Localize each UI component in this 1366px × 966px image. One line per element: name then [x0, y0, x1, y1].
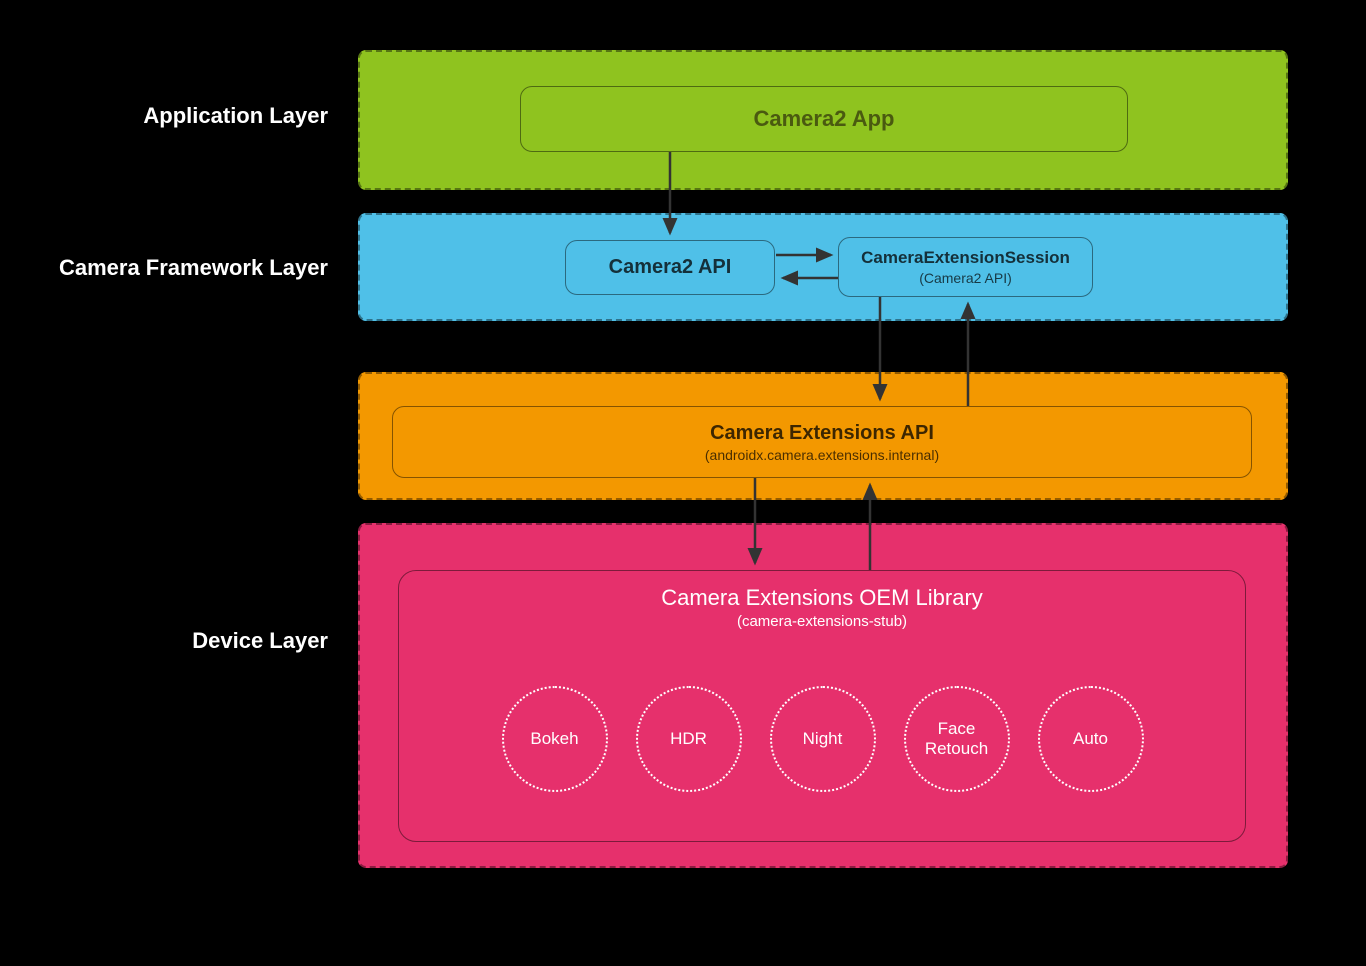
- framework-layer-label: Camera Framework Layer: [28, 255, 328, 281]
- camera-extension-session-subtitle: (Camera2 API): [919, 270, 1012, 286]
- oem-feature-circles: Bokeh HDR Night FaceRetouch Auto: [490, 686, 1155, 792]
- feature-bokeh: Bokeh: [502, 686, 608, 792]
- feature-night: Night: [770, 686, 876, 792]
- feature-face-retouch: FaceRetouch: [904, 686, 1010, 792]
- oem-library-subtitle: (camera-extensions-stub): [399, 613, 1245, 630]
- device-layer-label: Device Layer: [28, 628, 328, 654]
- camera2-api-box: Camera2 API: [565, 240, 775, 295]
- camera-extensions-api-box: Camera Extensions API (androidx.camera.e…: [392, 406, 1252, 478]
- camera2-api-title: Camera2 API: [609, 256, 732, 279]
- camera-extension-session-title: CameraExtensionSession: [861, 248, 1070, 268]
- camera2-app-title: Camera2 App: [753, 106, 894, 132]
- camera2-app-box: Camera2 App: [520, 86, 1128, 152]
- oem-library-title: Camera Extensions OEM Library: [399, 585, 1245, 611]
- feature-hdr: HDR: [636, 686, 742, 792]
- camera-extensions-api-subtitle: (androidx.camera.extensions.internal): [705, 447, 939, 463]
- application-layer-label: Application Layer: [28, 103, 328, 129]
- feature-auto: Auto: [1038, 686, 1144, 792]
- framework-layer-box: [358, 213, 1288, 321]
- camera-extensions-api-title: Camera Extensions API: [710, 422, 934, 445]
- camera-extension-session-box: CameraExtensionSession (Camera2 API): [838, 237, 1093, 297]
